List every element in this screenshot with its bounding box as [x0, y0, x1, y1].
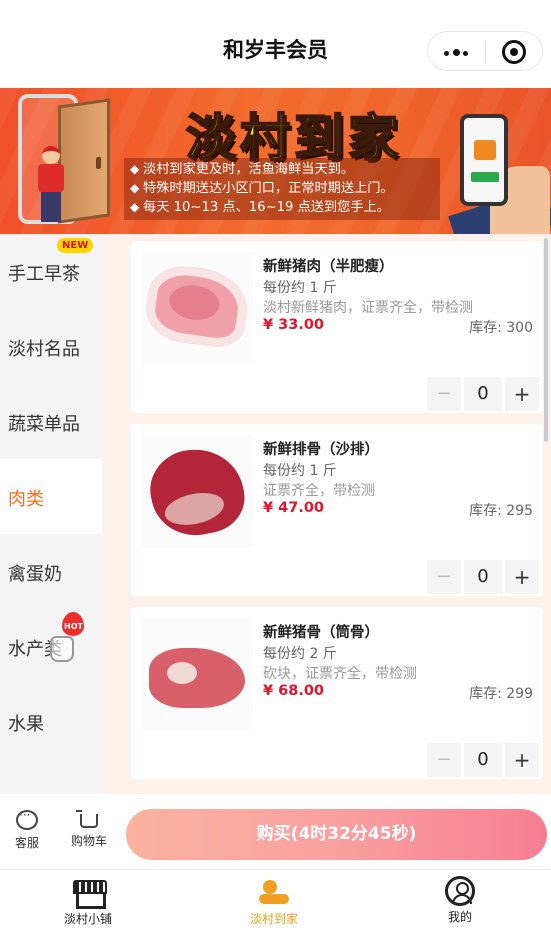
sidebar-item-label: 水果 [8, 714, 44, 735]
mobile-illustration [460, 114, 508, 206]
product-stock: 库存: 295 [469, 503, 533, 519]
cart-icon [76, 810, 98, 828]
product-image[interactable] [141, 618, 253, 730]
cart-button[interactable]: 购物车 [66, 810, 112, 849]
tab-home-delivery[interactable]: 淡村到家 [214, 876, 334, 927]
sidebar-item-famous-products[interactable]: 淡村名品 [0, 309, 102, 384]
scrollbar-thumb[interactable] [544, 238, 548, 442]
decrease-button[interactable]: − [427, 377, 461, 411]
banner-note: 特殊时期送达小区门口，正常时期送上门。 [130, 179, 434, 198]
decrease-button[interactable]: − [427, 743, 461, 777]
nav-header: 和岁丰会员 [0, 0, 551, 88]
product-price: ¥ 47.00 [263, 500, 325, 516]
product-spec: 每份约 1 斤 [263, 463, 337, 479]
sidebar-item-meat[interactable]: 肉类 [0, 459, 102, 534]
customer-service-button[interactable]: 客服 [10, 808, 44, 851]
tab-mine[interactable]: 我的 [400, 876, 520, 925]
product-name: 新鲜猪肉（半肥瘦） [263, 259, 394, 275]
product-price: ¥ 68.00 [263, 683, 325, 699]
decrease-button[interactable]: − [427, 560, 461, 594]
quantity-stepper: − 0 + [427, 560, 539, 594]
product-card[interactable]: 新鲜猪肉（半肥瘦） 每份约 1 斤 淡村新鲜猪肉，证票齐全，带检测 ¥ 33.0… [131, 241, 543, 413]
mini-program-capsule [427, 31, 543, 71]
product-name: 新鲜排骨（沙排） [263, 442, 379, 458]
quantity-stepper: − 0 + [427, 743, 539, 777]
product-stock: 库存: 299 [469, 686, 533, 702]
tab-bar: 淡村小铺 淡村到家 我的 [0, 869, 551, 933]
user-icon [445, 876, 475, 906]
promo-banner[interactable]: 淡村到家 淡村到家更及时，活鱼海鲜当天到。 特殊时期送达小区门口，正常时期送上门… [0, 88, 551, 234]
tab-label: 淡村到家 [249, 912, 298, 926]
quantity-stepper: − 0 + [427, 377, 539, 411]
hot-badge-text: HOT [64, 622, 83, 631]
sidebar-item-label: 手工早茶 [8, 264, 80, 285]
category-sidebar: 手工早茶 NEW 淡村名品 蔬菜单品 肉类 禽蛋奶 水产类 水果 [0, 234, 102, 794]
bone-illustration [149, 648, 245, 708]
increase-button[interactable]: + [505, 377, 539, 411]
banner-note: 淡村到家更及时，活鱼海鲜当天到。 [130, 160, 434, 179]
product-desc: 砍块，证票齐全，带检测 [263, 666, 417, 682]
sidebar-item-poultry-eggs-dairy[interactable]: 禽蛋奶 [0, 534, 102, 609]
tab-shop[interactable]: 淡村小铺 [28, 876, 148, 927]
product-price: ¥ 33.00 [263, 317, 325, 333]
product-desc: 证票齐全，带检测 [263, 483, 375, 499]
tab-label: 我的 [447, 910, 472, 924]
product-card[interactable]: 新鲜排骨（沙排） 每份约 1 斤 证票齐全，带检测 ¥ 47.00 库存: 29… [131, 424, 543, 596]
delivery-icon [257, 876, 291, 908]
close-target-icon[interactable] [502, 40, 526, 64]
sidebar-item-vegetables[interactable]: 蔬菜单品 [0, 384, 102, 459]
customer-service-label: 客服 [14, 836, 39, 850]
product-spec: 每份约 1 斤 [263, 280, 337, 296]
sidebar-item-label: 蔬菜单品 [8, 414, 80, 435]
product-stock: 库存: 300 [469, 320, 533, 336]
increase-button[interactable]: + [505, 560, 539, 594]
quantity-value[interactable]: 0 [464, 377, 502, 411]
banner-note: 每天 10~13 点、16~19 点送到您手上。 [130, 198, 434, 217]
courier-illustration [36, 146, 66, 222]
product-desc: 淡村新鲜猪肉，证票齐全，带检测 [263, 300, 473, 316]
buy-button[interactable]: 购买(4时32分45秒) [126, 809, 547, 860]
shop-icon [71, 876, 107, 909]
sidebar-item-label: 肉类 [8, 489, 44, 510]
pork-illustration [142, 261, 252, 351]
banner-notes: 淡村到家更及时，活鱼海鲜当天到。 特殊时期送达小区门口，正常时期送上门。 每天 … [124, 158, 440, 220]
cart-label: 购物车 [70, 834, 107, 848]
sidebar-item-fruit[interactable]: 水果 [0, 684, 102, 759]
more-icon[interactable] [444, 49, 470, 56]
sidebar-item-label: 禽蛋奶 [8, 564, 62, 585]
quantity-value[interactable]: 0 [464, 560, 502, 594]
product-image[interactable] [141, 252, 253, 364]
sidebar-item-handmade-tea[interactable]: 手工早茶 NEW [0, 234, 102, 309]
chat-icon [16, 808, 38, 830]
product-name: 新鲜猪骨（筒骨） [263, 625, 379, 641]
product-image[interactable] [141, 435, 253, 547]
sidebar-item-label: 淡村名品 [8, 339, 80, 360]
ribs-illustration [143, 440, 251, 544]
product-card[interactable]: 新鲜猪骨（筒骨） 每份约 2 斤 砍块，证票齐全，带检测 ¥ 68.00 库存:… [131, 607, 543, 779]
quantity-value[interactable]: 0 [464, 743, 502, 777]
tab-label: 淡村小铺 [63, 912, 112, 926]
new-badge: NEW [57, 238, 94, 253]
product-spec: 每份约 2 斤 [263, 646, 337, 662]
increase-button[interactable]: + [505, 743, 539, 777]
capsule-divider [485, 41, 486, 63]
hand-pointer-icon [50, 636, 74, 662]
